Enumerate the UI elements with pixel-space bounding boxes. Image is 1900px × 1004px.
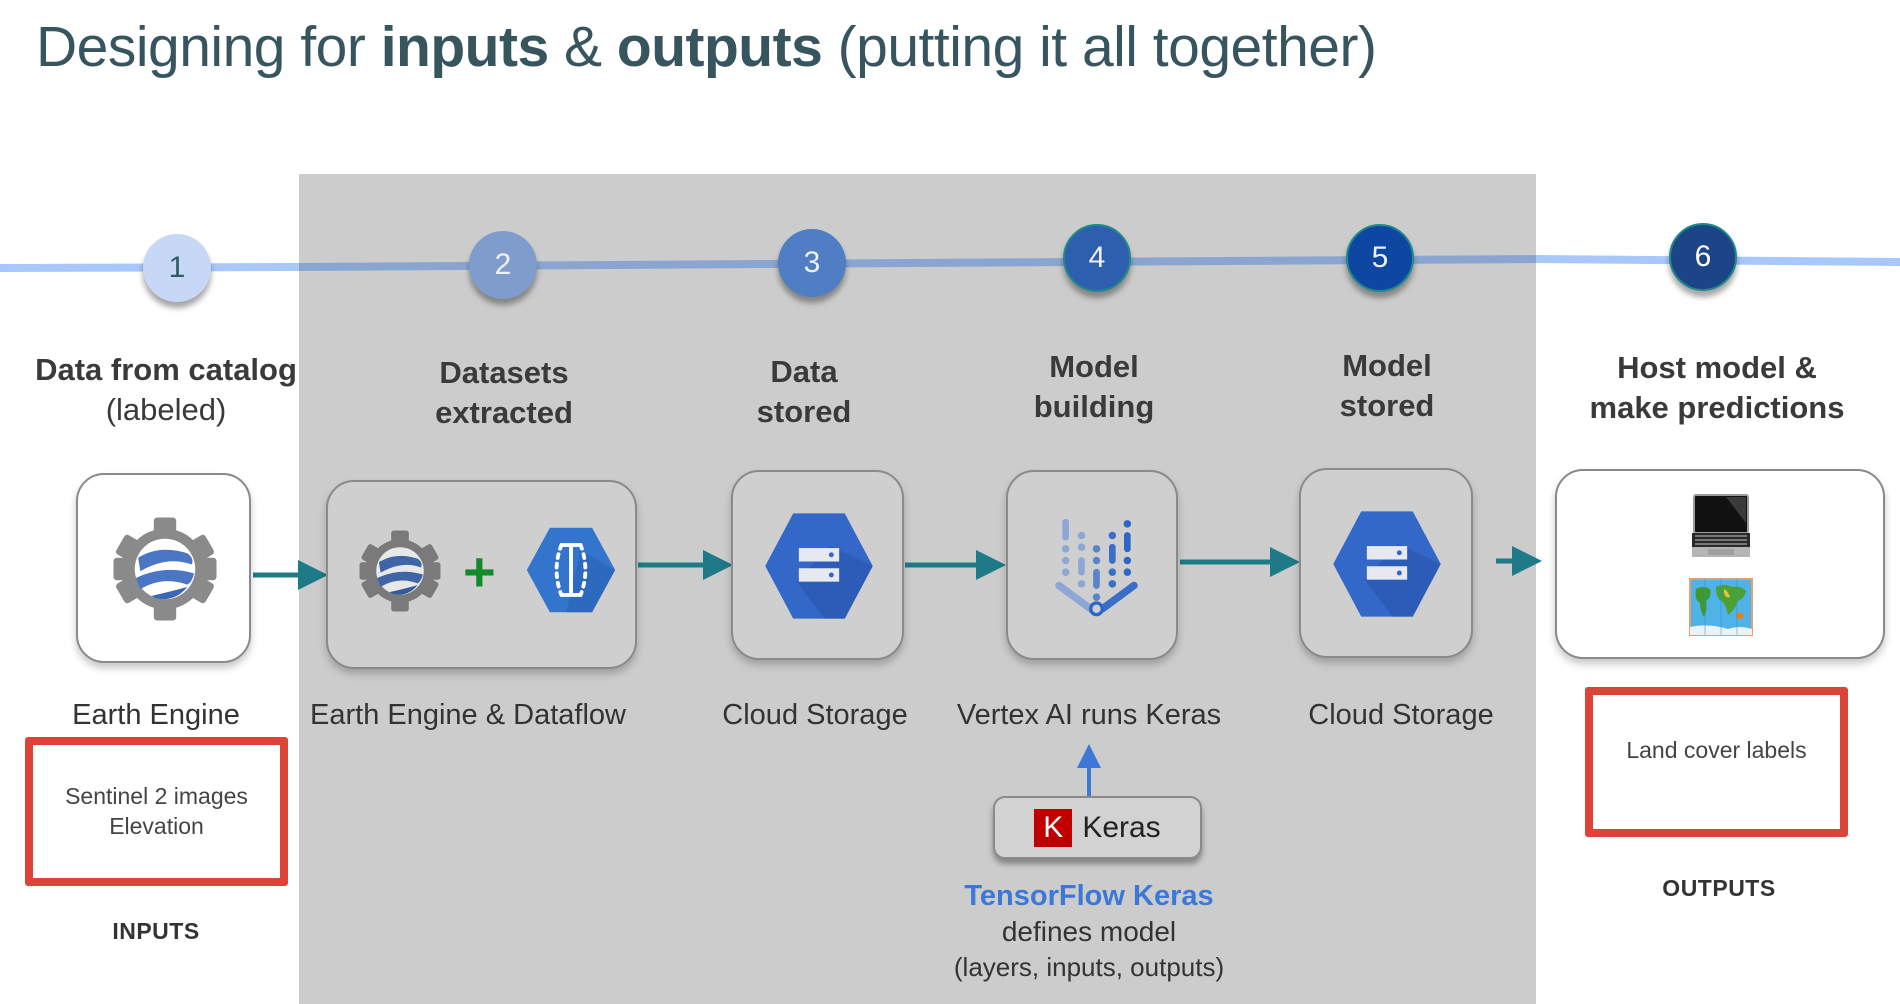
service-label-earth-engine-dataflow: Earth Engine & Dataflow [310, 699, 626, 731]
inputs-box: Sentinel 2 images Elevation [25, 737, 288, 886]
keras-card: K Keras [993, 796, 1202, 859]
outputs-label: OUTPUTS [1662, 875, 1776, 901]
keras-logo-icon: K [1034, 808, 1073, 847]
step-circle-6: 6 [1669, 223, 1737, 291]
cloud-storage-card-2 [1299, 468, 1473, 658]
cloud-storage-card-1 [731, 470, 904, 660]
plus-icon: + [463, 540, 496, 603]
world-map-icon [1689, 578, 1753, 636]
earth-engine-dataflow-card: + [326, 480, 637, 669]
vertex-ai-card [1006, 470, 1178, 660]
step-circle-2: 2 [469, 231, 537, 299]
step-title-1: Data from catalog (labeled) [35, 350, 297, 430]
tf-keras-desc: defines model [1001, 916, 1177, 947]
earth-engine-card [76, 473, 251, 663]
step-number: 5 [1371, 241, 1389, 274]
output-item: Land cover labels [1626, 737, 1807, 763]
service-label-earth-engine: Earth Engine [72, 699, 240, 731]
step-title-line: stored [756, 394, 852, 429]
cloud-storage-icon [1333, 511, 1441, 617]
step-title-line: Datasets [439, 355, 569, 390]
step-title-line: Data from catalog [35, 352, 297, 387]
tensorflow-keras-note: TensorFlow Keras defines model (layers, … [954, 878, 1224, 984]
inputs-label: INPUTS [112, 918, 200, 944]
outputs-box: Land cover labels [1585, 687, 1848, 837]
step-title-5: Model stored [1340, 346, 1435, 426]
vertex-ai-icon [1055, 518, 1138, 617]
step-title-line: extracted [435, 395, 573, 430]
step-subtitle: (labeled) [105, 392, 227, 427]
service-label-cloud-storage-2: Cloud Storage [1308, 699, 1494, 731]
service-label-vertex-ai: Vertex AI runs Keras [956, 699, 1222, 731]
step-circle-4: 4 [1063, 224, 1131, 292]
step-number: 2 [494, 248, 512, 281]
service-label-cloud-storage-1: Cloud Storage [722, 699, 908, 731]
step-title-6: Host model & make predictions [1590, 348, 1845, 428]
step-title-2: Datasets extracted [435, 353, 573, 433]
step-circle-5: 5 [1346, 224, 1414, 292]
step-number: 6 [1694, 240, 1712, 273]
step-title-line: stored [1339, 388, 1435, 423]
earth-engine-icon [113, 517, 217, 621]
step-title-3: Data stored [757, 352, 852, 432]
step-number: 4 [1088, 241, 1106, 274]
predictions-card [1555, 469, 1885, 659]
step-title-line: Host model & [1617, 350, 1817, 385]
step-title-line: Model [1342, 348, 1432, 383]
step-circle-1: 1 [143, 234, 211, 302]
step-title-line: building [1033, 389, 1155, 424]
step-number: 1 [168, 251, 186, 284]
step-title-line: make predictions [1589, 390, 1845, 425]
cloud-storage-icon [765, 513, 873, 619]
input-item: Elevation [109, 813, 204, 839]
step-title-line: Data [770, 354, 838, 389]
step-title-line: Model [1049, 349, 1139, 384]
laptop-icon [1692, 494, 1750, 557]
earth-engine-icon [359, 530, 441, 612]
keras-label: Keras [1082, 810, 1161, 844]
dataflow-icon [526, 527, 616, 613]
tf-keras-detail: (layers, inputs, outputs) [953, 952, 1225, 982]
input-item: Sentinel 2 images [65, 783, 248, 809]
step-circle-3: 3 [778, 229, 846, 297]
step-number: 3 [803, 246, 821, 279]
step-title-4: Model building [1034, 347, 1155, 427]
tf-keras-title: TensorFlow Keras [964, 880, 1214, 912]
